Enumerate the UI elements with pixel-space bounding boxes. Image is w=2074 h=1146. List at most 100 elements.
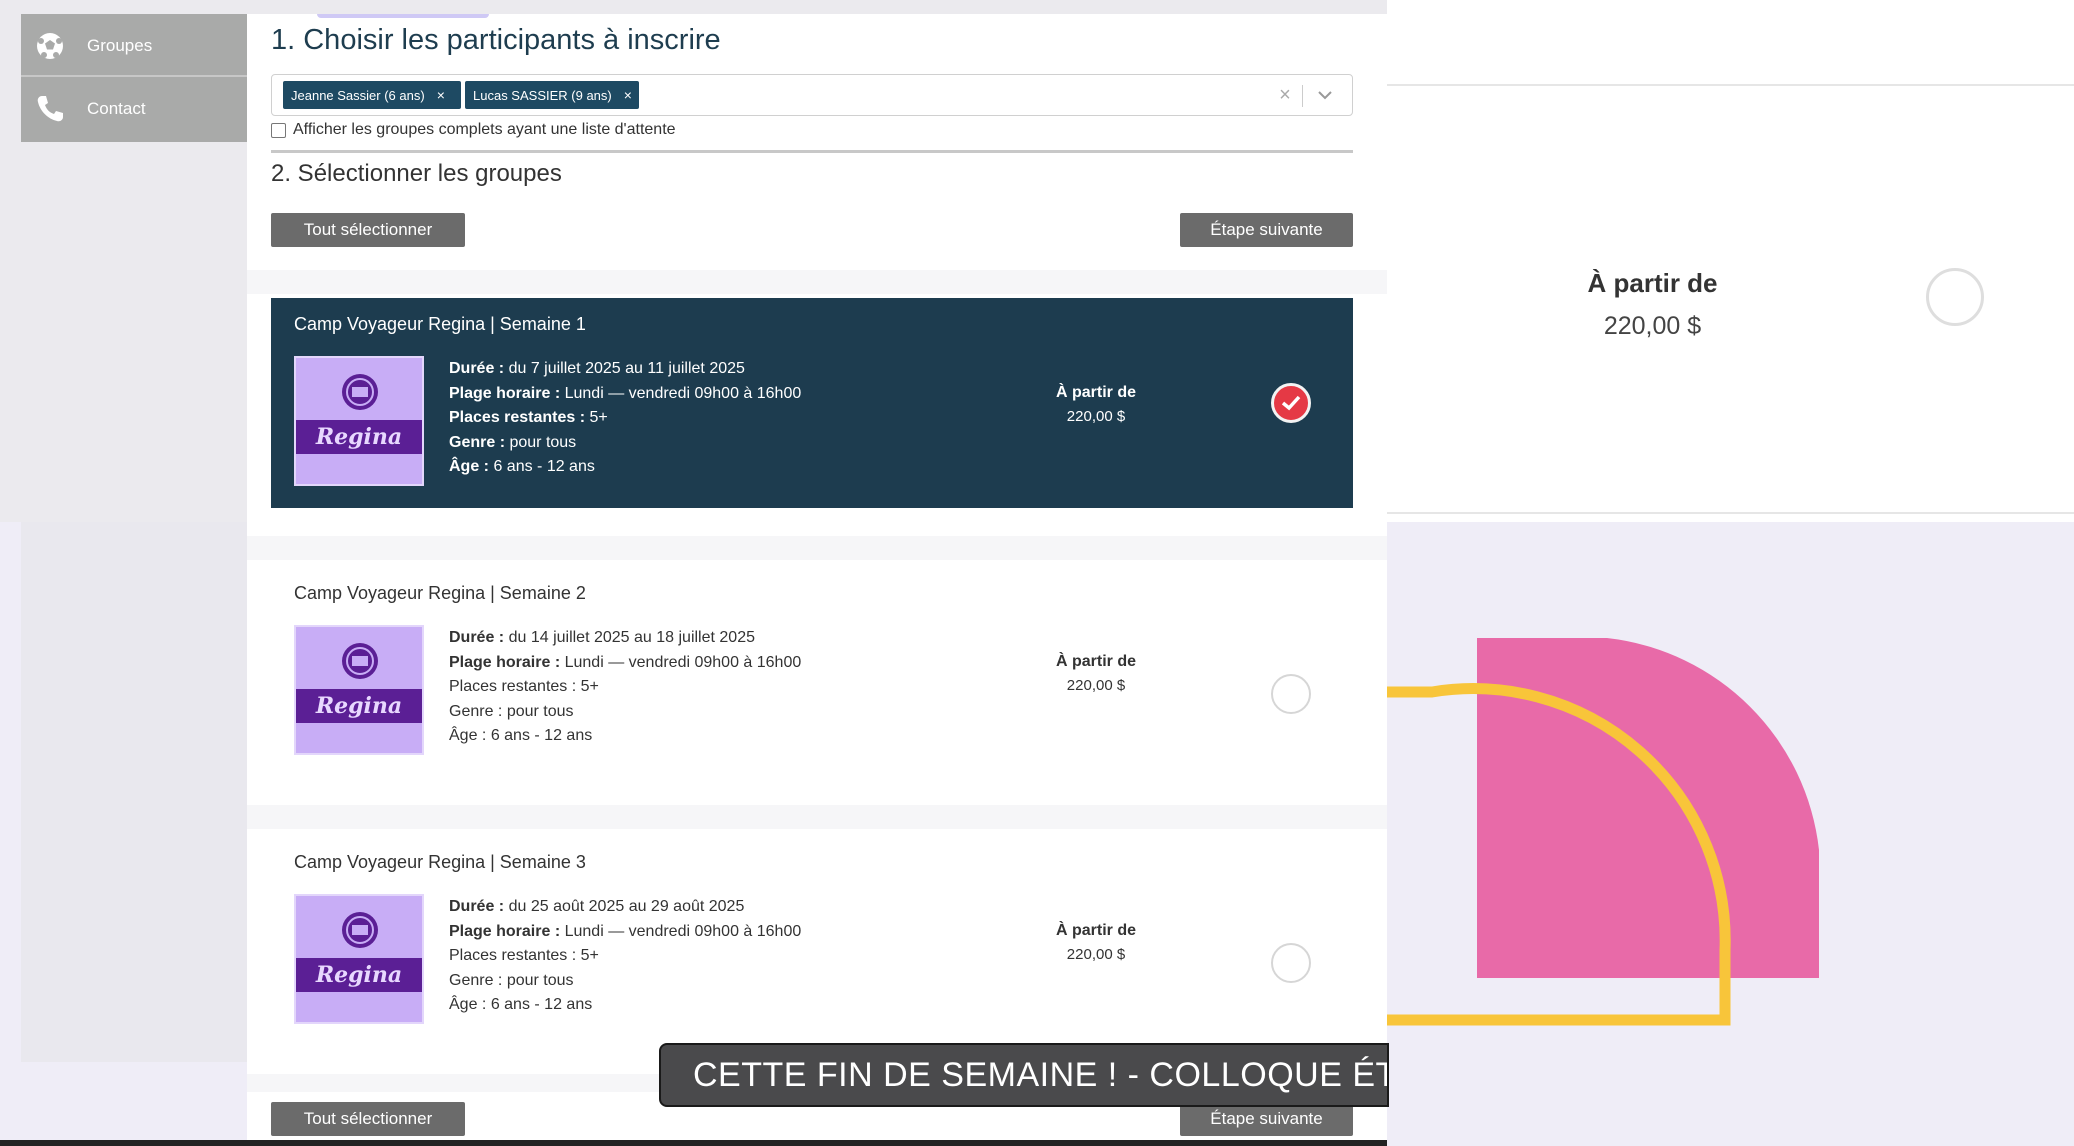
next-step-button-bottom[interactable]: Étape suivante: [1180, 1102, 1353, 1136]
announcement-ticker[interactable]: CETTE FIN DE SEMAINE ! - COLLOQUE ÉTUD.: [659, 1043, 1389, 1107]
places-value: 5+: [589, 409, 608, 426]
genre-value: pour tous: [509, 433, 577, 451]
sidebar-item-groupes[interactable]: Groupes: [21, 14, 247, 77]
group-image: Regina: [294, 894, 424, 1024]
genre-label: Genre :: [449, 433, 506, 451]
divider: [271, 150, 1353, 153]
age-value: 6 ans - 12 ans: [490, 996, 593, 1013]
group-title: Camp Voyageur Regina | Semaine 3: [294, 852, 586, 872]
group-radio[interactable]: [1271, 674, 1311, 714]
group-details: Durée : du 7 juillet 2025 au 11 juillet …: [449, 357, 801, 480]
price-label: À partir de: [1055, 653, 1136, 670]
genre-value: pour tous: [506, 702, 574, 720]
group-details: Durée : du 14 juillet 2025 au 18 juillet…: [449, 626, 801, 749]
genre-label: Genre :: [449, 702, 503, 720]
waitlist-checkbox-label: Afficher les groupes complets ayant une …: [293, 121, 676, 138]
duree-label: Durée :: [449, 360, 505, 377]
genre-value: pour tous: [506, 971, 574, 989]
select-all-button[interactable]: Tout sélectionner: [271, 213, 465, 247]
registration-panel: 1. Choisir les participants à inscrire J…: [247, 14, 1387, 1142]
decorative-shapes: [1387, 638, 1819, 1026]
separator-band: [247, 270, 1387, 294]
genre-label: Genre :: [449, 971, 503, 989]
participant-chip: Lucas SASSIER (9 ans) ×: [465, 81, 639, 109]
price-value: 220,00 $: [1066, 677, 1126, 694]
age-value: 6 ans - 12 ans: [490, 727, 593, 744]
age-label: Âge :: [449, 458, 489, 475]
image-wordmark: Regina: [315, 962, 403, 988]
duree-label: Durée :: [449, 898, 505, 915]
duree-label: Durée :: [449, 629, 505, 646]
age-label: Âge :: [449, 727, 487, 744]
camp-logo-icon: [342, 912, 378, 948]
right-group-radio[interactable]: [1926, 268, 1984, 326]
waitlist-option: Afficher les groupes complets ayant une …: [271, 121, 676, 139]
plage-label: Plage horaire :: [449, 653, 561, 671]
group-image: Regina: [294, 356, 424, 486]
participant-chip: Jeanne Sassier (6 ans) ×: [283, 81, 461, 109]
chevron-down-icon[interactable]: [1308, 79, 1342, 111]
age-value: 6 ans - 12 ans: [493, 458, 595, 475]
group-image: Regina: [294, 625, 424, 755]
price-value: 220,00 $: [1066, 408, 1126, 425]
separator-band: [247, 536, 1387, 560]
group-card-semaine-3[interactable]: Camp Voyageur Regina | Semaine 3 Regina …: [271, 836, 1353, 1046]
plage-value: Lundi — vendredi 09h00 à 16h00: [564, 922, 802, 940]
sidebar-item-label: Contact: [87, 98, 146, 118]
places-value: 5+: [580, 678, 599, 695]
background-right: [1387, 0, 2074, 522]
select-all-button-bottom[interactable]: Tout sélectionner: [271, 1102, 465, 1136]
remove-chip-button[interactable]: ×: [624, 87, 632, 103]
places-value: 5+: [580, 947, 599, 964]
group-title: Camp Voyageur Regina | Semaine 1: [294, 314, 586, 334]
next-step-button[interactable]: Étape suivante: [1180, 213, 1353, 247]
check-icon: [1281, 395, 1301, 411]
price-value: 220,00 $: [1066, 946, 1126, 963]
participant-chip-label: Jeanne Sassier (6 ans): [291, 87, 425, 103]
age-label: Âge :: [449, 996, 487, 1013]
waitlist-checkbox[interactable]: [271, 122, 286, 138]
sidebar-background: [21, 522, 247, 1062]
sidebar-item-label: Groupes: [87, 35, 153, 55]
group-details: Durée : du 25 août 2025 au 29 août 2025 …: [449, 895, 801, 1018]
right-price-label: À partir de: [1587, 268, 1718, 298]
step1-title: 1. Choisir les participants à inscrire: [271, 24, 721, 56]
image-wordmark: Regina: [315, 424, 403, 450]
plage-label: Plage horaire :: [449, 384, 561, 402]
plage-label: Plage horaire :: [449, 922, 561, 940]
duree-value: du 7 juillet 2025 au 11 juillet 2025: [508, 360, 745, 377]
plage-value: Lundi — vendredi 09h00 à 16h00: [564, 653, 802, 671]
sidebar-item-contact[interactable]: Contact: [21, 77, 247, 140]
sidebar: Groupes Contact: [21, 14, 247, 142]
group-radio[interactable]: [1271, 943, 1311, 983]
bottom-edge: [0, 1140, 1387, 1146]
participants-select[interactable]: Jeanne Sassier (6 ans) × Lucas SASSIER (…: [271, 74, 1353, 116]
step2-title: 2. Sélectionner les groupes: [271, 160, 562, 187]
group-title: Camp Voyageur Regina | Semaine 2: [294, 583, 586, 603]
clear-selection-button[interactable]: ×: [1272, 79, 1298, 111]
select-separator: [1302, 85, 1303, 107]
camp-logo-icon: [342, 643, 378, 679]
plage-value: Lundi — vendredi 09h00 à 16h00: [564, 384, 802, 402]
divider: [1387, 84, 2074, 86]
right-price-value: 220,00 $: [1603, 312, 1702, 340]
group-card-semaine-1[interactable]: Camp Voyageur Regina | Semaine 1 Regina …: [271, 298, 1353, 508]
divider: [1387, 512, 2074, 514]
places-label: Places restantes :: [449, 409, 586, 426]
separator-band: [247, 805, 1387, 829]
tab-indicator: [317, 14, 489, 18]
image-wordmark: Regina: [315, 693, 403, 719]
remove-chip-button[interactable]: ×: [437, 87, 445, 103]
duree-value: du 14 juillet 2025 au 18 juillet 2025: [508, 629, 755, 646]
group-checkbox-checked[interactable]: [1271, 383, 1311, 423]
price-label: À partir de: [1055, 922, 1136, 939]
price-label: À partir de: [1055, 384, 1136, 401]
participant-chip-label: Lucas SASSIER (9 ans): [473, 87, 612, 103]
phone-icon: [33, 92, 67, 126]
places-label: Places restantes :: [449, 947, 577, 964]
camp-logo-icon: [342, 374, 378, 410]
soccer-ball-icon: [33, 29, 67, 63]
places-label: Places restantes :: [449, 678, 577, 695]
group-card-semaine-2[interactable]: Camp Voyageur Regina | Semaine 2 Regina …: [271, 567, 1353, 777]
duree-value: du 25 août 2025 au 29 août 2025: [508, 898, 745, 915]
